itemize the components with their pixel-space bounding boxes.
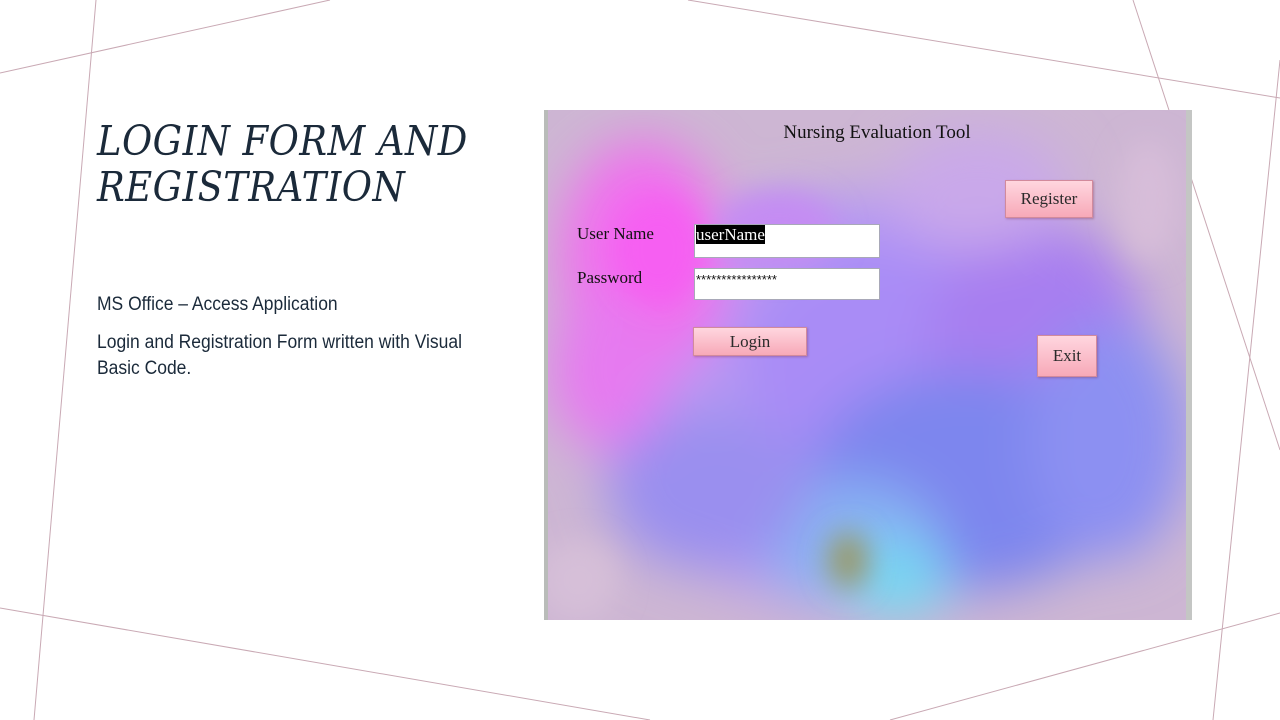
slide-title: LOGIN FORM AND REGISTRATION	[97, 117, 468, 211]
bullet-login-registration: Login and Registration Form written with…	[97, 332, 462, 379]
password-value: ****************	[696, 272, 777, 287]
password-field[interactable]: ****************	[694, 268, 880, 300]
login-form-screenshot: Nursing Evaluation Tool Register User Na…	[544, 110, 1192, 620]
username-field[interactable]: userName	[694, 224, 880, 258]
exit-button[interactable]: Exit	[1037, 335, 1097, 377]
password-label: Password	[577, 268, 643, 287]
login-button[interactable]: Login	[693, 327, 807, 356]
register-button-label: Register	[1020, 189, 1078, 208]
register-button[interactable]: Register	[1005, 180, 1093, 218]
slide-body: MS Office – Access Application Login and…	[97, 292, 465, 394]
form-heading: Nursing Evaluation Tool	[783, 122, 971, 143]
username-value: userName	[696, 225, 765, 244]
username-label: User Name	[577, 224, 654, 243]
exit-button-label: Exit	[1052, 346, 1082, 365]
login-button-label: Login	[729, 332, 771, 351]
bullet-access-application: MS Office – Access Application	[97, 294, 338, 315]
